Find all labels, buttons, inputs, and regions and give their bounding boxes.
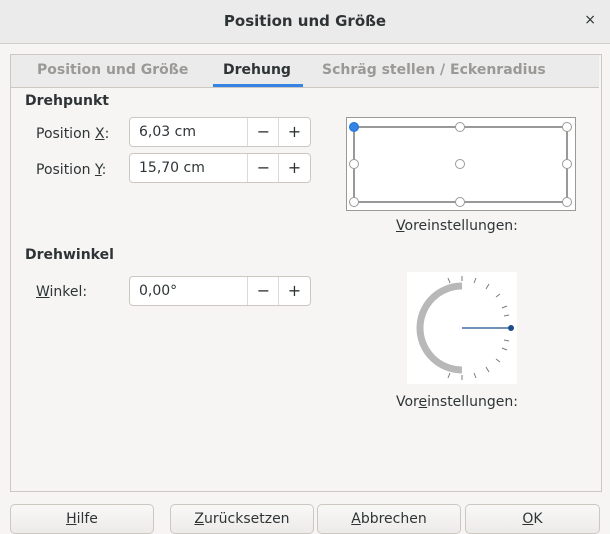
title-bar: Position und Größe ×	[0, 0, 610, 44]
position-y-input[interactable]: 15,70 cm	[139, 160, 205, 176]
angle-dial-graphic	[416, 276, 514, 380]
angle-label: Winkel:	[36, 284, 88, 300]
angle-increment-button[interactable]: +	[278, 277, 310, 305]
pivot-point-middle-left[interactable]	[349, 159, 359, 169]
angle-heading: Drehwinkel	[25, 247, 114, 263]
pivot-point-top-right[interactable]	[562, 122, 572, 132]
pivot-point-top-center[interactable]	[455, 122, 465, 132]
angle-decrement-button[interactable]: −	[247, 277, 279, 305]
position-x-input[interactable]: 6,03 cm	[139, 124, 196, 140]
tab-rotation[interactable]: Drehung	[223, 62, 291, 78]
help-button[interactable]: Hilfe	[10, 504, 154, 534]
position-x-spinbox: 6,03 cm − +	[129, 117, 311, 147]
ok-button[interactable]: OK	[465, 504, 600, 534]
tab-slant-corner-radius[interactable]: Schräg stellen / Eckenradius	[322, 62, 546, 78]
pivot-presets-caption: Voreinstellungen:	[396, 218, 518, 234]
reset-button[interactable]: Zurücksetzen	[170, 504, 314, 534]
pivot-point-center[interactable]	[455, 159, 465, 169]
pivot-point-top-left[interactable]	[349, 122, 359, 132]
position-y-spinbox: 15,70 cm − +	[129, 153, 311, 183]
tab-position-size[interactable]: Position und Größe	[37, 62, 188, 78]
tab-bar: Position und Größe Drehung Schräg stelle…	[11, 55, 599, 88]
pivot-point-bottom-right[interactable]	[562, 197, 572, 207]
pivot-point-bottom-left[interactable]	[349, 197, 359, 207]
position-y-label: Position Y:	[36, 162, 107, 178]
position-x-label: Position X:	[36, 126, 110, 142]
close-icon[interactable]: ×	[584, 12, 596, 28]
position-x-decrement-button[interactable]: −	[247, 118, 279, 146]
pivot-preset-control	[346, 117, 576, 211]
active-tab-indicator	[213, 84, 303, 87]
position-x-increment-button[interactable]: +	[278, 118, 310, 146]
cancel-button[interactable]: Abbrechen	[317, 504, 461, 534]
pivot-point-middle-right[interactable]	[562, 159, 572, 169]
pivot-point-bottom-center[interactable]	[455, 197, 465, 207]
window-title: Position und Größe	[223, 12, 387, 30]
position-y-increment-button[interactable]: +	[278, 154, 310, 182]
pivot-preset-graphic	[349, 122, 572, 207]
angle-dial[interactable]	[407, 272, 517, 384]
angle-input[interactable]: 0,00°	[139, 283, 177, 299]
angle-spinbox: 0,00° − +	[129, 276, 311, 306]
angle-presets-caption: Voreinstellungen:	[396, 394, 518, 410]
position-y-decrement-button[interactable]: −	[247, 154, 279, 182]
angle-needle-handle[interactable]	[508, 325, 514, 331]
pivot-heading: Drehpunkt	[25, 93, 109, 109]
